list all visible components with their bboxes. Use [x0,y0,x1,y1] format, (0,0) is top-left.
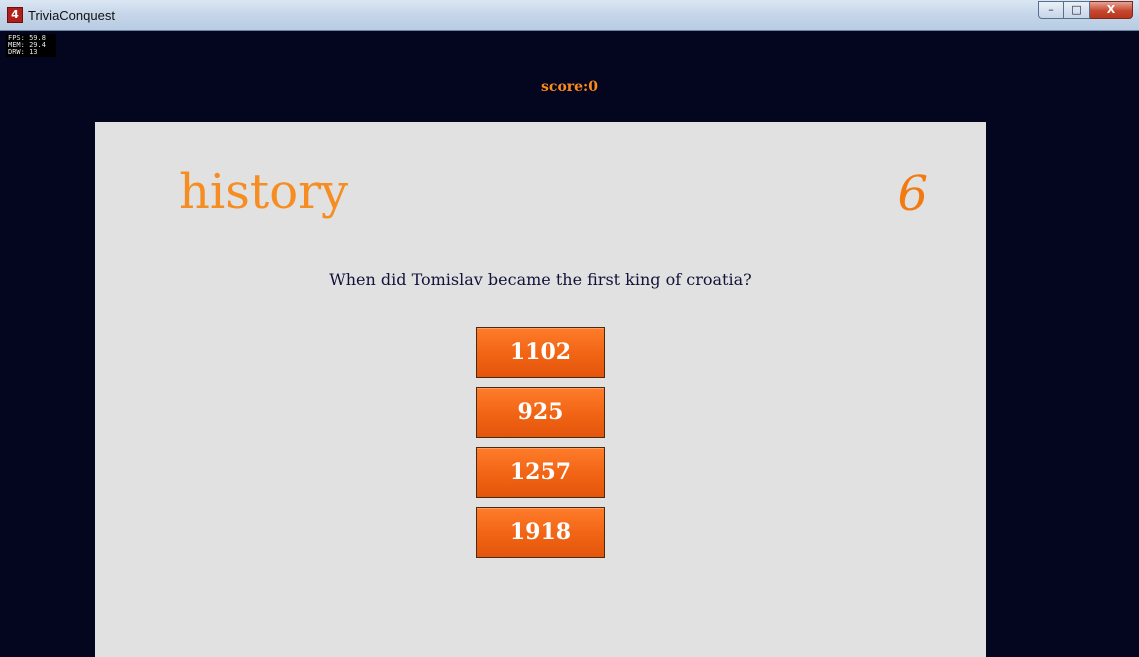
question-counter: 6 [897,166,928,222]
maximize-button[interactable]: □ [1064,1,1090,19]
answer-button-2[interactable]: 925 [476,387,605,438]
answer-button-4[interactable]: 1918 [476,507,605,558]
question-text: When did Tomislav became the first king … [329,270,752,289]
question-card: history 6 When did Tomislav became the f… [95,122,986,657]
category-title: history [179,164,349,220]
window-title: TriviaConquest [28,8,115,23]
minimize-button[interactable]: – [1038,1,1064,19]
window-controls: – □ X [1038,1,1133,20]
answer-button-1[interactable]: 1102 [476,327,605,378]
draw-calls-readout: DRW: 13 [8,48,38,56]
answer-list: 1102 925 1257 1918 [476,327,605,567]
score-label: score:0 [541,79,598,95]
window-titlebar[interactable]: 4 TriviaConquest – □ X [0,0,1139,31]
answer-button-3[interactable]: 1257 [476,447,605,498]
debug-stats: FPS: 59.8 MEM: 29.4 DRW: 13 [6,34,56,57]
app-icon: 4 [7,7,23,23]
close-button[interactable]: X [1090,1,1133,19]
